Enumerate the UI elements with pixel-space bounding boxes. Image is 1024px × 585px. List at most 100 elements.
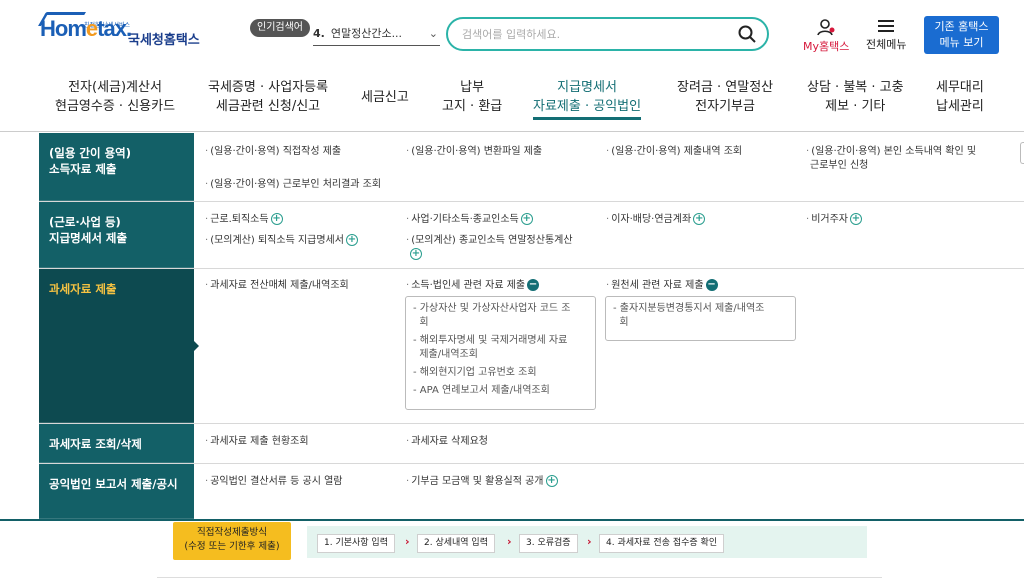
plus-icon: + — [270, 213, 283, 225]
menu-link[interactable]: · 과세자료 전산매체 제출/내역조회 — [205, 279, 349, 293]
gnb-item-payment[interactable]: 납부 고지 · 환급 — [442, 78, 502, 116]
menu-link[interactable]: · 비거주자 + — [806, 213, 862, 227]
step-item: 1. 기본사항 입력 — [317, 534, 395, 553]
gnb-item-incentive[interactable]: 장려금 · 연말정산전자기부금 — [677, 78, 773, 116]
gnb-label: 장려금 · 연말정산 — [677, 80, 774, 95]
menu-link[interactable]: · 사업·기타소득·종교인소득 + — [406, 213, 533, 227]
gnb-sublabel: 전자기부금 — [695, 99, 755, 114]
gnb-item-etax[interactable]: 전자(세금)계산서현금영수증 · 신용카드 — [55, 78, 175, 116]
user-icon — [817, 19, 835, 36]
search-box — [446, 17, 769, 51]
logo-name: 국세청홈택스 — [128, 33, 200, 48]
step-item: 3. 오류검증 — [519, 534, 578, 553]
category-label: 소득자료 제출 — [49, 162, 117, 176]
header: 친절한 납세서비스 Hometax. 국세청홈택스 인기검색어 4. 연말정산간소… — [0, 0, 1024, 68]
popular-search-badge: 인기검색어 — [250, 19, 310, 37]
my-hometax-label: My홈택스 — [803, 40, 850, 53]
logo-mark: Hometax. — [40, 16, 132, 41]
gnb-sublabel: 세금관련 신청/신고 — [215, 99, 321, 114]
popular-search-select[interactable]: 4. 연말정산간소... ⌄ — [313, 24, 440, 46]
submenu-box-income-corp: - 가상자산 및 가상자산사업자 코드 조 회 - 해외투자명세 및 국제거래명… — [405, 296, 596, 410]
submenu-link[interactable]: - 해외투자명세 및 국제거래명세 자료 제출/내역조회 — [413, 334, 588, 362]
global-nav: 전자(세금)계산서현금영수증 · 신용카드 국세증명 · 사업자등록세금관련 신… — [0, 68, 1024, 132]
chevron-down-icon: ⌄ — [428, 27, 438, 40]
search-input[interactable] — [462, 25, 722, 43]
menu-link[interactable]: · 과세자료 삭제요청 — [406, 435, 488, 449]
minus-icon: − — [527, 279, 540, 291]
menu-link[interactable]: · 소득·법인세 관련 자료 제출 − — [406, 279, 540, 293]
hometax-logo[interactable]: 친절한 납세서비스 Hometax. 국세청홈택스 — [37, 12, 210, 52]
minus-icon: − — [705, 279, 718, 291]
old-hometax-label-2: 메뉴 보기 — [939, 36, 984, 49]
submenu-link[interactable]: - 출자지분등변경통지서 제출/내역조 회 — [613, 302, 788, 330]
all-menu-label: 전체메뉴 — [866, 38, 907, 51]
plus-icon: + — [520, 213, 533, 225]
menu-row-tax-inquiry: 과세자료 조회/삭제 — [39, 424, 1024, 464]
gnb-label: 세무대리 — [936, 80, 984, 95]
menu-link[interactable]: · (일용·간이·용역) 본인 소득내역 확인 및 근로부인 신청 — [806, 145, 976, 173]
chevron-right-icon: › — [587, 535, 592, 548]
gnb-sublabel: 납세관리 — [936, 99, 984, 114]
menu-link[interactable]: · (일용·간이·용역) 제출내역 조회 — [606, 145, 742, 159]
chevron-right-icon: › — [507, 535, 512, 548]
gnb-label: 상담 · 불복 · 고충 — [807, 80, 904, 95]
category-label: (근로·사업 등) — [49, 215, 121, 229]
submenu-link[interactable]: - 해외현지기업 고유번호 조회 — [413, 366, 588, 380]
category-payment-statement[interactable]: (근로·사업 등) 지급명세서 제출 — [39, 202, 194, 268]
menu-link[interactable]: · (일용·간이·용역) 변환파일 제출 — [406, 145, 542, 159]
gnb-label: 지급명세서 — [557, 80, 617, 95]
step-item: 4. 과세자료 전송 접수증 확인 — [599, 534, 725, 553]
menu-row-public-corp: 공익법인 보고서 제출/공시 — [39, 464, 1024, 519]
all-menu-link[interactable]: 전체메뉴 — [866, 18, 906, 52]
plus-icon: + — [850, 213, 862, 225]
my-hometax-link[interactable]: My홈택스 — [803, 18, 849, 54]
submenu-box-withholding: - 출자지분등변경통지서 제출/내역조 회 — [605, 296, 796, 341]
category-daily-income[interactable]: (일용 간이 용역) 소득자료 제출 — [39, 133, 194, 201]
menu-link[interactable]: · 기부금 모금액 및 활용실적 공개 + — [406, 475, 558, 489]
gnb-sublabel: 제보 · 기타 — [825, 99, 886, 114]
plus-icon: + — [693, 213, 706, 225]
gnb-sublabel: 자료제출 · 공익법인 — [533, 99, 642, 114]
category-tax-inquiry[interactable]: 과세자료 조회/삭제 — [39, 424, 194, 463]
menu-link[interactable]: · 공익법인 결산서류 등 공시 열람 — [205, 475, 343, 489]
menu-link[interactable]: · (일용·간이·용역) 직접작성 제출 — [205, 145, 341, 159]
gnb-item-consult[interactable]: 상담 · 불복 · 고충제보 · 기타 — [807, 78, 904, 116]
category-label: 지급명세서 제출 — [49, 231, 128, 245]
step-item: 2. 상세내역 입력 — [417, 534, 495, 553]
category-tax-data[interactable]: 과세자료 제출 — [39, 269, 194, 423]
gnb-sublabel: 현금영수증 · 신용카드 — [55, 99, 176, 114]
category-label: 공익법인 보고서 제출/공시 — [49, 477, 178, 491]
gnb-label: 전자(세금)계산서 — [68, 80, 162, 95]
old-hometax-label-1: 기존 홈택스 — [934, 20, 989, 33]
gnb-item-certificate[interactable]: 국세증명 · 사업자등록세금관련 신청/신고 — [208, 78, 328, 116]
divider — [157, 577, 882, 578]
gnb-item-tax-agent[interactable]: 세무대리납세관리 — [936, 78, 984, 116]
step-bar: 1. 기본사항 입력 › 2. 상세내역 입력 › 3. 오류검증 › 4. 과… — [307, 526, 867, 558]
divider — [0, 519, 1024, 521]
mega-menu: (일용 간이 용역) 소득자료 제출 · (일용·간이·용역) 직접작성 제출 ·(… — [0, 133, 1024, 519]
plus-icon: + — [410, 248, 422, 260]
menu-link[interactable]: · (모의계산) 퇴직소득 지급명세서 + — [205, 234, 358, 248]
menu-link[interactable]: · (모의계산) 종교인소득 연말정산통계산 + — [406, 234, 573, 262]
popular-search-rank: 4. — [313, 27, 325, 40]
hamburger-icon — [878, 20, 895, 32]
search-icon[interactable] — [737, 24, 757, 44]
menu-link[interactable]: · 이자·배당·연금계좌 + — [606, 213, 706, 227]
gnb-sublabel: 고지 · 환급 — [442, 99, 503, 114]
category-public-corp[interactable]: 공익법인 보고서 제출/공시 — [39, 464, 194, 519]
old-hometax-button[interactable]: 기존 홈택스 메뉴 보기 — [924, 16, 999, 54]
menu-link[interactable]: · (일용·간이·용역) 근로부인 처리결과 조회 — [205, 178, 381, 192]
active-arrow-icon — [194, 341, 199, 351]
menu-link[interactable]: · 과세자료 제출 현황조회 — [205, 435, 309, 449]
gnb-item-payment-statement[interactable]: 지급명세서자료제출 · 공익법인 — [533, 78, 642, 120]
submenu-link[interactable]: - APA 연례보고서 제출/내역조회 — [413, 384, 588, 398]
gnb-label: 국세증명 · 사업자등록 — [208, 80, 329, 95]
category-label: (일용 간이 용역) — [49, 146, 131, 160]
gnb-item-tax-return[interactable]: 세금신고 — [361, 88, 409, 107]
step-method-label: 직접작성제출방식 (수정 또는 기한후 제출) — [173, 522, 291, 560]
category-label: 과세자료 제출 — [49, 282, 117, 296]
menu-link[interactable]: · 원천세 관련 자료 제출 − — [606, 279, 718, 293]
popular-search-term: 연말정산간소... — [330, 27, 403, 40]
menu-link[interactable]: · 근로.퇴직소득 + — [205, 213, 283, 227]
submenu-link[interactable]: - 가상자산 및 가상자산사업자 코드 조 회 — [413, 302, 588, 330]
